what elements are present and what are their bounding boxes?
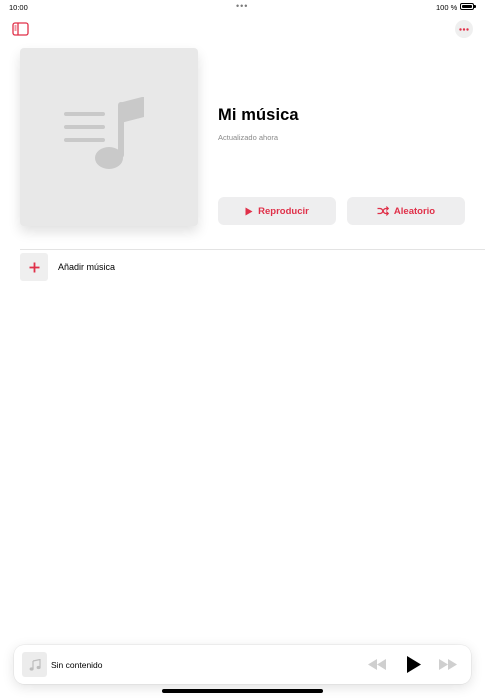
play-icon (245, 207, 253, 215)
mini-play-button[interactable] (406, 655, 422, 674)
more-options-button[interactable] (455, 20, 473, 38)
add-music-icon-box (20, 253, 48, 281)
mini-player-title: Sin contenido (51, 660, 103, 670)
playlist-title: Mi música (218, 106, 299, 124)
music-note-icon (29, 658, 41, 671)
battery-cap (474, 5, 476, 8)
forward-icon (439, 659, 457, 670)
status-bar: 10:00 ••• 100 % (0, 0, 485, 14)
play-button[interactable]: Reproducir (218, 197, 336, 225)
section-divider (20, 249, 485, 250)
playlist-artwork (20, 48, 198, 226)
add-music-row[interactable]: Añadir música (20, 253, 485, 281)
status-time: 10:00 (9, 3, 28, 12)
rewind-icon (368, 659, 386, 670)
play-icon (407, 656, 421, 673)
home-indicator[interactable] (162, 689, 323, 693)
mini-player[interactable]: Sin contenido (14, 645, 471, 684)
forward-button[interactable] (438, 658, 458, 671)
battery-icon (460, 3, 474, 10)
plus-icon (29, 262, 39, 272)
music-list-icon (64, 97, 144, 169)
sidebar-toggle-icon (12, 22, 29, 36)
playlist-subtitle: Actualizado ahora (218, 133, 279, 142)
play-button-label: Reproducir (258, 205, 309, 217)
sidebar-toggle-button[interactable] (12, 22, 29, 36)
shuffle-button[interactable]: Aleatorio (347, 197, 465, 225)
multitasking-dots-icon[interactable]: ••• (236, 0, 248, 12)
add-music-label: Añadir música (58, 262, 116, 272)
ellipsis-icon (459, 27, 469, 31)
shuffle-icon (377, 206, 389, 216)
battery-percent: 100 % (436, 3, 458, 12)
rewind-button[interactable] (367, 658, 387, 671)
mini-player-artwork (22, 652, 47, 677)
shuffle-button-label: Aleatorio (393, 205, 436, 217)
